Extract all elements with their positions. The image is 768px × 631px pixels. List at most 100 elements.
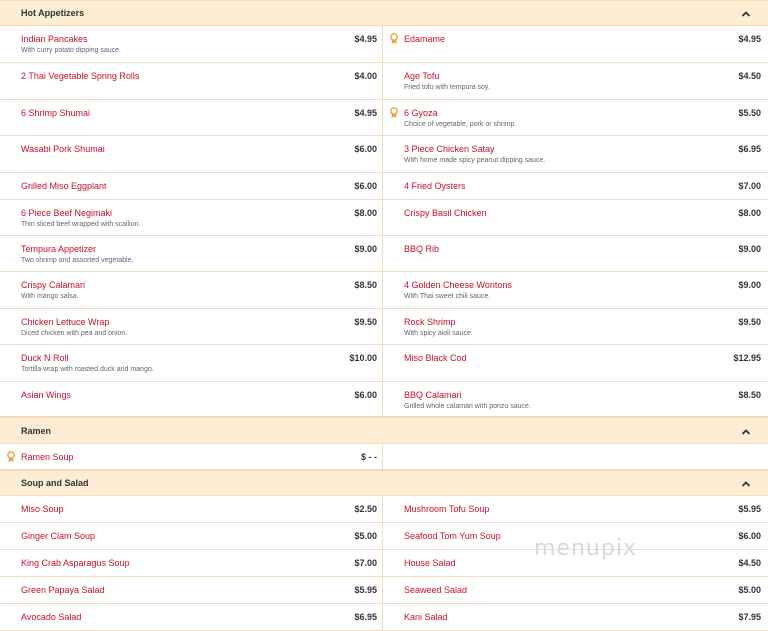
menu-item[interactable]: Duck N Roll Tortilla wrap with roasted du… [0, 345, 383, 382]
item-price: $5.95 [354, 585, 377, 595]
award-icon [390, 33, 398, 44]
item-name[interactable]: Tempura Appetizer [21, 244, 96, 254]
item-name[interactable]: 6 Gyoza [404, 108, 438, 118]
item-price: $5.95 [738, 504, 761, 514]
item-name[interactable]: BBQ Calamari [404, 390, 462, 400]
section-header[interactable]: Hot Appetizers [0, 0, 768, 26]
item-name[interactable]: Avocado Salad [21, 612, 81, 622]
item-description: Choice of vegetable, pork or shrimp. [404, 121, 517, 128]
item-price: $6.95 [354, 612, 377, 622]
menu-item[interactable]: Tempura Appetizer Two shrimp and assorted… [0, 236, 383, 272]
item-price: $6.00 [354, 390, 377, 400]
menu-item[interactable]: Chicken Lettuce Wrap Diced chicken with p… [0, 309, 383, 345]
menu-item[interactable]: Wasabi Pork Shumai $6.00 [0, 136, 383, 173]
item-description: Fried tofu with tempura soy. [404, 84, 490, 91]
item-price: $5.00 [738, 585, 761, 595]
item-name[interactable]: Wasabi Pork Shumai [21, 144, 105, 154]
item-name[interactable]: BBQ Rib [404, 244, 439, 254]
item-price: $4.95 [354, 34, 377, 44]
menu-item[interactable]: 6 Piece Beef Negimaki Thin sliced beef wr… [0, 200, 383, 236]
menu-item[interactable]: 4 Fried Oysters $7.00 [383, 173, 768, 200]
item-name[interactable]: Mushroom Tofu Soup [404, 504, 489, 514]
item-name[interactable]: 4 Fried Oysters [404, 181, 466, 191]
menu-item[interactable]: Ginger Clam Soup $5.00 [0, 523, 383, 550]
item-name[interactable]: Chicken Lettuce Wrap [21, 317, 109, 327]
menu-item[interactable]: Crispy Calamari With mango salsa. $8.50 [0, 272, 383, 309]
menu-item[interactable]: BBQ Rib $9.00 [383, 236, 768, 272]
item-name[interactable]: Kani Salad [404, 612, 448, 622]
item-name[interactable]: 6 Piece Beef Negimaki [21, 208, 112, 218]
item-price: $7.95 [738, 612, 761, 622]
item-name[interactable]: 2 Thai Vegetable Spring Rolls [21, 71, 139, 81]
item-description: With spicy aioli sauce. [404, 330, 473, 337]
item-description: With mango salsa. [21, 293, 79, 300]
item-name[interactable]: Crispy Calamari [21, 280, 85, 290]
menu-item[interactable]: 4 Golden Cheese Wontons With Thai sweet c… [383, 272, 768, 309]
section-header[interactable]: Ramen [0, 417, 768, 444]
item-name[interactable]: Miso Black Cod [404, 353, 467, 363]
menu-item[interactable]: 6 Shrimp Shumai $4.95 [0, 100, 383, 136]
item-name[interactable]: Edamame [404, 34, 445, 44]
menu-item[interactable]: Green Papaya Salad $5.95 [0, 577, 383, 604]
item-name[interactable]: Asian Wings [21, 390, 71, 400]
menu-item[interactable]: Mushroom Tofu Soup $5.95 [383, 496, 768, 523]
menu-item[interactable]: BBQ Calamari Grilled whole calamari with … [383, 382, 768, 417]
menu-item[interactable]: Crispy Basil Chicken $8.00 [383, 200, 768, 236]
menu-item[interactable]: 6 Gyoza Choice of vegetable, pork or shri… [383, 100, 768, 136]
item-name[interactable]: Ramen Soup [21, 452, 74, 462]
item-name[interactable]: Ginger Clam Soup [21, 531, 95, 541]
item-name[interactable]: Duck N Roll [21, 353, 69, 363]
section-title: Soup and Salad [21, 478, 89, 488]
menu-item[interactable]: Rock Shrimp With spicy aioli sauce. $9.50 [383, 309, 768, 345]
item-name[interactable]: Seafood Tom Yum Soup [404, 531, 501, 541]
item-price: $9.00 [354, 244, 377, 254]
item-description: With curry potato dipping sauce. [21, 47, 121, 54]
chevron-up-icon[interactable] [740, 426, 752, 438]
menu-item[interactable]: Grilled Miso Eggplant $6.00 [0, 173, 383, 200]
menu-item[interactable]: Edamame $4.95 [383, 26, 768, 63]
watermark: menupix [534, 536, 637, 561]
menu-item[interactable]: Miso Black Cod $12.95 [383, 345, 768, 382]
menu-item[interactable]: 2 Thai Vegetable Spring Rolls $4.00 [0, 63, 383, 100]
item-name[interactable]: Seaweed Salad [404, 585, 467, 595]
chevron-up-icon[interactable] [740, 478, 752, 490]
menu-item[interactable]: Miso Soup $2.50 [0, 496, 383, 523]
item-name[interactable]: Miso Soup [21, 504, 64, 514]
item-price: $12.95 [733, 353, 761, 363]
item-price: $6.95 [738, 144, 761, 154]
item-price: $6.00 [354, 181, 377, 191]
item-price: $5.50 [738, 108, 761, 118]
item-name[interactable]: Age Tofu [404, 71, 439, 81]
item-price: $4.50 [738, 558, 761, 568]
item-name[interactable]: 4 Golden Cheese Wontons [404, 280, 512, 290]
item-name[interactable]: House Salad [404, 558, 456, 568]
chevron-up-icon[interactable] [740, 8, 752, 20]
item-name[interactable]: King Crab Asparagus Soup [21, 558, 130, 568]
section-title: Ramen [21, 425, 52, 436]
menu-item[interactable]: Age Tofu Fried tofu with tempura soy. $4.5… [383, 63, 768, 100]
menu-item[interactable]: Seaweed Salad $5.00 [383, 577, 768, 604]
empty-cell [383, 444, 768, 470]
item-name[interactable]: 6 Shrimp Shumai [21, 108, 90, 118]
item-name[interactable]: Grilled Miso Eggplant [21, 181, 107, 191]
menu-item[interactable]: Asian Wings $6.00 [0, 382, 383, 417]
item-price: $8.00 [738, 208, 761, 218]
item-name[interactable]: Indian Pancakes [21, 34, 88, 44]
item-name[interactable]: Green Papaya Salad [21, 585, 105, 595]
item-description: With Thai sweet chili sauce. [404, 293, 491, 300]
menu-item[interactable]: Kani Salad $7.95 [383, 604, 768, 631]
menu-item[interactable]: 3 Piece Chicken Satay With home made spic… [383, 136, 768, 173]
item-price: $8.50 [354, 280, 377, 290]
menu-item[interactable]: Ramen Soup $ - - [0, 444, 383, 470]
menu-item[interactable]: Avocado Salad $6.95 [0, 604, 383, 631]
item-name[interactable]: Crispy Basil Chicken [404, 208, 487, 218]
item-name[interactable]: Rock Shrimp [404, 317, 456, 327]
item-description: Tortilla wrap with roasted duck and mang… [21, 366, 154, 373]
section-header[interactable]: Soup and Salad [0, 470, 768, 496]
item-price: $7.00 [738, 181, 761, 191]
menu-item[interactable]: King Crab Asparagus Soup $7.00 [0, 550, 383, 577]
menu-item[interactable]: Indian Pancakes With curry potato dipping… [0, 26, 383, 63]
item-name[interactable]: 3 Piece Chicken Satay [404, 144, 495, 154]
item-description: Grilled whole calamari with ponzu sauce. [404, 403, 531, 410]
section-title: Hot Appetizers [21, 8, 85, 18]
